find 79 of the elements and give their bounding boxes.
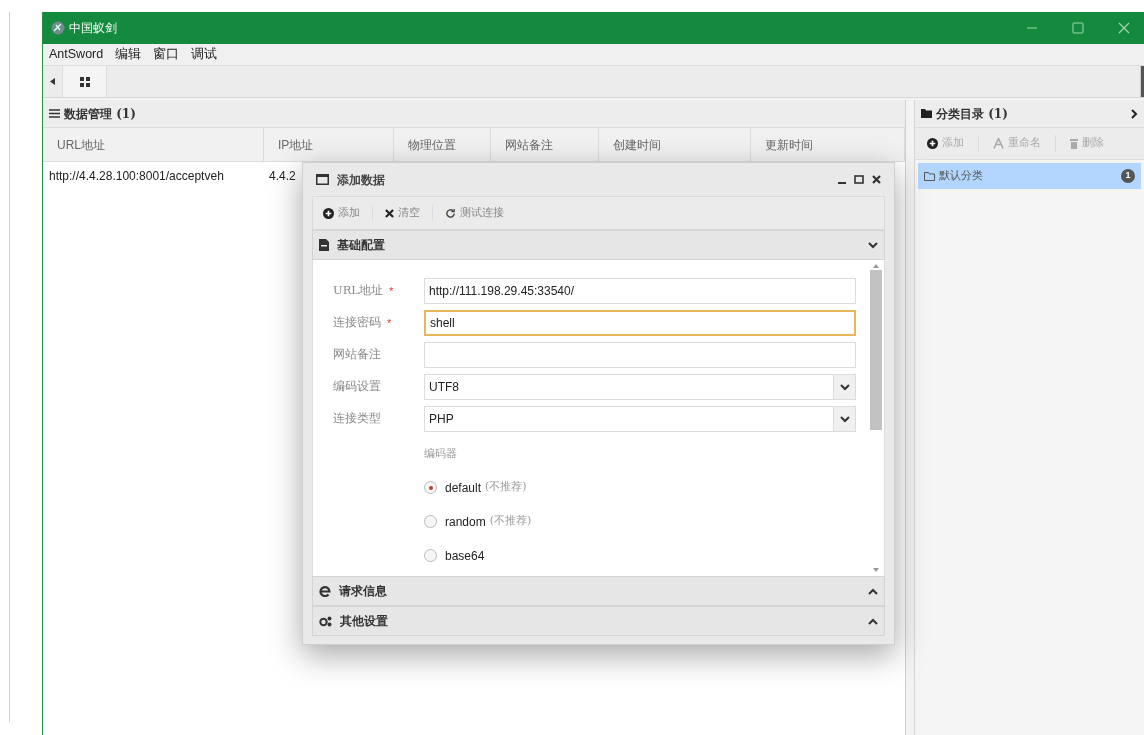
accordion-header[interactable]: 其他设置 bbox=[312, 606, 885, 636]
plus-circle-icon bbox=[323, 207, 334, 219]
radio-button[interactable] bbox=[424, 549, 437, 562]
encoder-label: 编码器 bbox=[424, 446, 458, 462]
window-icon bbox=[316, 174, 329, 185]
table-cell-text: http://4.4.28.100:8001/acceptveh bbox=[48, 168, 225, 185]
chevron-right-icon[interactable] bbox=[1131, 108, 1138, 119]
grid-icon bbox=[79, 76, 90, 87]
required-mark: * bbox=[389, 283, 394, 299]
field-label: 连接密码 bbox=[333, 314, 381, 332]
select-field[interactable]: UTF8 bbox=[424, 374, 856, 400]
font-icon bbox=[993, 138, 1004, 149]
input-field[interactable]: shell bbox=[424, 310, 856, 336]
column-header[interactable]: 创建时间 bbox=[599, 128, 751, 161]
column-header[interactable]: 物理位置 bbox=[394, 128, 491, 161]
browser-e-icon bbox=[319, 585, 331, 597]
menu-item[interactable]: 调试 bbox=[191, 45, 218, 64]
scroll-right-button[interactable] bbox=[1140, 66, 1144, 97]
app-logo-icon bbox=[51, 21, 65, 35]
radio-label: default bbox=[445, 479, 482, 497]
menu-item[interactable]: 编辑 bbox=[115, 45, 142, 64]
radio-label: random bbox=[445, 513, 486, 531]
chevron-down-icon bbox=[868, 241, 878, 249]
category-item[interactable]: 默认分类 1 bbox=[918, 163, 1141, 189]
section-title: 其他设置 bbox=[340, 613, 388, 630]
panel-title: 分类目录 (1) bbox=[936, 105, 1008, 123]
field-label: 编码设置 bbox=[333, 378, 381, 396]
list-icon bbox=[49, 109, 60, 118]
field-label: 网站备注 bbox=[333, 346, 381, 364]
close-icon[interactable] bbox=[872, 175, 881, 184]
accordion-header[interactable]: 基础配置 bbox=[312, 230, 885, 260]
refresh-icon bbox=[445, 207, 456, 219]
required-mark: * bbox=[387, 315, 392, 331]
column-header[interactable]: 网站备注 bbox=[491, 128, 599, 161]
trash-icon bbox=[1070, 138, 1078, 149]
scroll-up-icon[interactable] bbox=[873, 264, 879, 268]
table-cell-text: 4.4.2 bbox=[268, 168, 296, 185]
field-label: 连接类型 bbox=[333, 410, 381, 428]
chevron-up-icon bbox=[868, 617, 878, 625]
dropdown-button[interactable] bbox=[833, 407, 855, 431]
radio-note: (不推荐) bbox=[485, 479, 527, 496]
gears-icon bbox=[319, 615, 332, 627]
chevron-down-icon bbox=[839, 383, 850, 391]
field-label: URL地址 bbox=[333, 282, 383, 300]
accordion-header[interactable]: 请求信息 bbox=[312, 576, 885, 606]
radio-button[interactable] bbox=[424, 481, 437, 494]
folder-icon bbox=[921, 109, 932, 118]
section-title: 基础配置 bbox=[337, 237, 385, 254]
select-value: UTF8 bbox=[428, 379, 460, 396]
dropdown-button[interactable] bbox=[833, 375, 855, 399]
caret-left-icon bbox=[50, 78, 55, 85]
tab[interactable] bbox=[63, 66, 107, 97]
scroll-down-icon[interactable] bbox=[873, 568, 879, 572]
count-badge: 1 bbox=[1121, 169, 1135, 183]
input-field[interactable] bbox=[424, 342, 856, 368]
close-icon bbox=[385, 208, 394, 218]
window-title: 中国蚁剑 bbox=[69, 20, 117, 37]
column-header[interactable]: 更新时间 bbox=[751, 128, 905, 161]
radio-button[interactable] bbox=[424, 515, 437, 528]
column-header[interactable]: URL地址 bbox=[43, 128, 264, 161]
plus-circle-icon bbox=[927, 138, 938, 149]
chevron-up-icon bbox=[868, 587, 878, 595]
file-icon bbox=[319, 239, 329, 251]
dialog-title: 添加数据 bbox=[337, 171, 385, 189]
radio-note: (不推荐) bbox=[489, 513, 532, 530]
menu-item[interactable]: AntSword bbox=[49, 45, 104, 64]
maximize-icon[interactable] bbox=[854, 175, 864, 184]
input-field[interactable]: http://111.198.29.45:33540/ bbox=[424, 278, 856, 304]
select-value: PHP bbox=[428, 411, 455, 428]
chevron-down-icon bbox=[839, 415, 850, 423]
column-header[interactable]: IP地址 bbox=[264, 128, 394, 161]
section-title: 请求信息 bbox=[339, 583, 387, 600]
menu-item[interactable]: 窗口 bbox=[153, 45, 180, 64]
panel-title: 数据管理 (1) bbox=[64, 105, 136, 123]
select-field[interactable]: PHP bbox=[424, 406, 856, 432]
folder-outline-icon bbox=[924, 171, 935, 181]
radio-label: base64 bbox=[445, 547, 485, 565]
scrollbar-thumb[interactable] bbox=[870, 270, 882, 430]
category-label: 默认分类 bbox=[939, 167, 983, 184]
